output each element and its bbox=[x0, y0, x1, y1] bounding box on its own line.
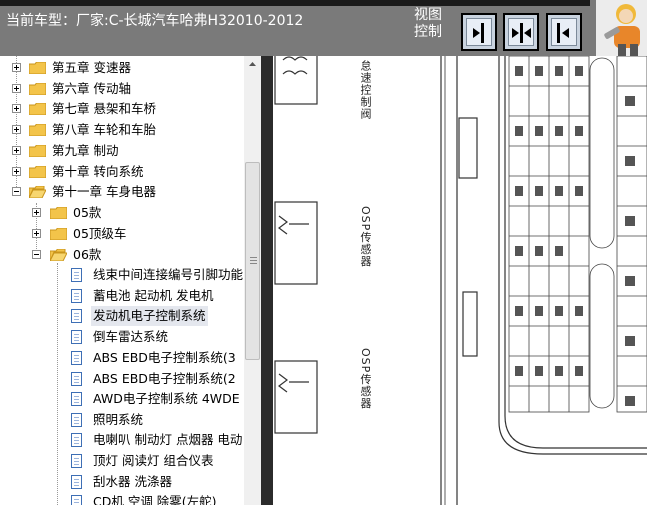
tree-item-05-top[interactable]: 05顶级车 bbox=[0, 224, 244, 244]
tree-doc-item[interactable]: 线束中间连接编号引脚功能 bbox=[0, 265, 244, 285]
tree-doc-item[interactable]: 蓄电池 起动机 发电机 bbox=[0, 286, 244, 306]
expand-icon[interactable] bbox=[12, 63, 21, 72]
document-icon bbox=[71, 309, 82, 323]
tree-doc-item[interactable]: CD机 空调 除雾(左舵) bbox=[0, 492, 244, 505]
tree-item-label: AWD电子控制系统 4WDE bbox=[93, 391, 240, 406]
tree-item-chapter-11[interactable]: 第十一章 车身电器 bbox=[0, 182, 244, 202]
folder-icon bbox=[29, 145, 46, 157]
arrow-left-from-bar-icon bbox=[557, 23, 569, 43]
open-folder-icon bbox=[29, 186, 46, 198]
tree-item-label: 倒车雷达系统 bbox=[93, 329, 169, 344]
arrows-both-icon bbox=[512, 23, 531, 43]
expand-icon[interactable] bbox=[12, 84, 21, 93]
tree-doc-item[interactable]: AWD电子控制系统 4WDE bbox=[0, 389, 244, 409]
mechanic-logo bbox=[596, 0, 647, 56]
tree-doc-item[interactable]: 照明系统 bbox=[0, 410, 244, 430]
wiring-diagram: 怠速控制阀 OSP传感器 OSP传感器 bbox=[273, 56, 647, 505]
expand-icon[interactable] bbox=[32, 229, 41, 238]
document-icon bbox=[71, 351, 82, 365]
tree-item-label: 第七章 悬架和车桥 bbox=[52, 101, 156, 116]
tree-item-chapter-6[interactable]: 第六章 传动轴 bbox=[0, 79, 244, 99]
expand-icon[interactable] bbox=[32, 208, 41, 217]
top-strip bbox=[0, 0, 590, 6]
tree-item-chapter-10[interactable]: 第十章 转向系统 bbox=[0, 162, 244, 182]
tree-item-label: 照明系统 bbox=[93, 412, 144, 427]
tree-item-label: 顶灯 阅读灯 组合仪表 bbox=[93, 453, 214, 468]
tree-doc-item[interactable]: ABS EBD电子控制系统(3 bbox=[0, 348, 244, 368]
folder-icon bbox=[29, 83, 46, 95]
folder-icon bbox=[50, 207, 67, 219]
tree-item-label: 05款 bbox=[73, 205, 102, 220]
view-right-button[interactable] bbox=[546, 13, 582, 51]
document-icon bbox=[71, 268, 82, 282]
tree-item-label: 06款 bbox=[73, 247, 102, 262]
expand-icon[interactable] bbox=[12, 104, 21, 113]
tree-item-label: 第十一章 车身电器 bbox=[52, 184, 156, 199]
tree-item-label: 蓄电池 起动机 发电机 bbox=[93, 288, 214, 303]
tree-item-label: ABS EBD电子控制系统(2 bbox=[93, 371, 236, 386]
tree-item-chapter-7[interactable]: 第七章 悬架和车桥 bbox=[0, 99, 244, 119]
tree-doc-item[interactable]: 顶灯 阅读灯 组合仪表 bbox=[0, 451, 244, 471]
view-left-button[interactable] bbox=[461, 13, 497, 51]
tree-item-06[interactable]: 06款 bbox=[0, 245, 244, 265]
tree-doc-item[interactable]: 倒车雷达系统 bbox=[0, 327, 244, 347]
tree-doc-item-selected[interactable]: 发动机电子控制系统 bbox=[0, 306, 244, 326]
tree-item-label: 05顶级车 bbox=[73, 226, 127, 241]
diagram-label-idle-valve: 怠速控制阀 bbox=[359, 60, 372, 120]
diagram-label-o2-sensor-2: OSP传感器 bbox=[359, 348, 372, 410]
tree-item-label: ABS EBD电子控制系统(3 bbox=[93, 350, 236, 365]
tree-item-label: 电喇叭 制动灯 点烟器 电动 bbox=[93, 432, 243, 447]
document-icon bbox=[71, 289, 82, 303]
document-icon bbox=[71, 475, 82, 489]
collapse-icon[interactable] bbox=[32, 250, 41, 259]
document-icon bbox=[71, 454, 82, 468]
tree-item-05[interactable]: 05款 bbox=[0, 203, 244, 223]
scroll-thumb[interactable] bbox=[245, 162, 260, 360]
arrow-right-to-bar-icon bbox=[473, 23, 484, 43]
tree-item-label: 刮水器 洗涤器 bbox=[93, 474, 172, 489]
collapse-icon[interactable] bbox=[12, 187, 21, 196]
expand-icon[interactable] bbox=[12, 146, 21, 155]
folder-icon bbox=[50, 228, 67, 240]
tree-item-label: 线束中间连接编号引脚功能 bbox=[93, 267, 244, 282]
tree-doc-item[interactable]: 刮水器 洗涤器 bbox=[0, 472, 244, 492]
folder-icon bbox=[29, 62, 46, 74]
chapter-tree: 第五章 变速器 第六章 传动轴 第七章 悬架和车桥 第八章 车轮和车胎 第九章 … bbox=[0, 56, 244, 505]
document-icon bbox=[71, 495, 82, 505]
tree-doc-item[interactable]: ABS EBD电子控制系统(2 bbox=[0, 369, 244, 389]
document-icon bbox=[71, 433, 82, 447]
pane-splitter[interactable] bbox=[261, 56, 273, 505]
view-both-button[interactable] bbox=[503, 13, 539, 51]
folder-icon bbox=[29, 124, 46, 136]
tree-scrollbar[interactable] bbox=[244, 56, 261, 505]
current-car-model: 当前车型：厂家:C-长城汽车哈弗H32010-2012 bbox=[6, 13, 304, 29]
scroll-up-icon[interactable] bbox=[244, 56, 261, 73]
tree-item-chapter-8[interactable]: 第八章 车轮和车胎 bbox=[0, 120, 244, 140]
tree-item-label: 第十章 转向系统 bbox=[52, 164, 144, 179]
tree-item-label: CD机 空调 除雾(左舵) bbox=[93, 494, 217, 505]
tree-item-label: 第八章 车轮和车胎 bbox=[52, 122, 156, 137]
document-icon bbox=[71, 392, 82, 406]
title-bar: 当前车型：厂家:C-长城汽车哈弗H32010-2012 视图控制 bbox=[0, 0, 647, 56]
folder-icon bbox=[29, 166, 46, 178]
document-icon bbox=[71, 372, 82, 386]
diagram-label-o2-sensor-1: OSP传感器 bbox=[359, 206, 372, 268]
tree-item-label: 第九章 制动 bbox=[52, 143, 119, 158]
wiring-diagram-drawing bbox=[274, 56, 647, 505]
expand-icon[interactable] bbox=[12, 125, 21, 134]
view-control-label: 视图控制 bbox=[414, 7, 442, 40]
folder-icon bbox=[29, 103, 46, 115]
tree-item-chapter-9[interactable]: 第九章 制动 bbox=[0, 141, 244, 161]
document-icon bbox=[71, 413, 82, 427]
tree-item-label: 第五章 变速器 bbox=[52, 60, 131, 75]
tree-item-chapter-5[interactable]: 第五章 变速器 bbox=[0, 58, 244, 78]
tree-item-label: 发动机电子控制系统 bbox=[91, 306, 208, 326]
tree-doc-item[interactable]: 电喇叭 制动灯 点烟器 电动 bbox=[0, 430, 244, 450]
expand-icon[interactable] bbox=[12, 167, 21, 176]
document-icon bbox=[71, 330, 82, 344]
open-folder-icon bbox=[50, 249, 67, 261]
mechanic-icon bbox=[604, 4, 640, 56]
tree-item-label: 第六章 传动轴 bbox=[52, 81, 131, 96]
